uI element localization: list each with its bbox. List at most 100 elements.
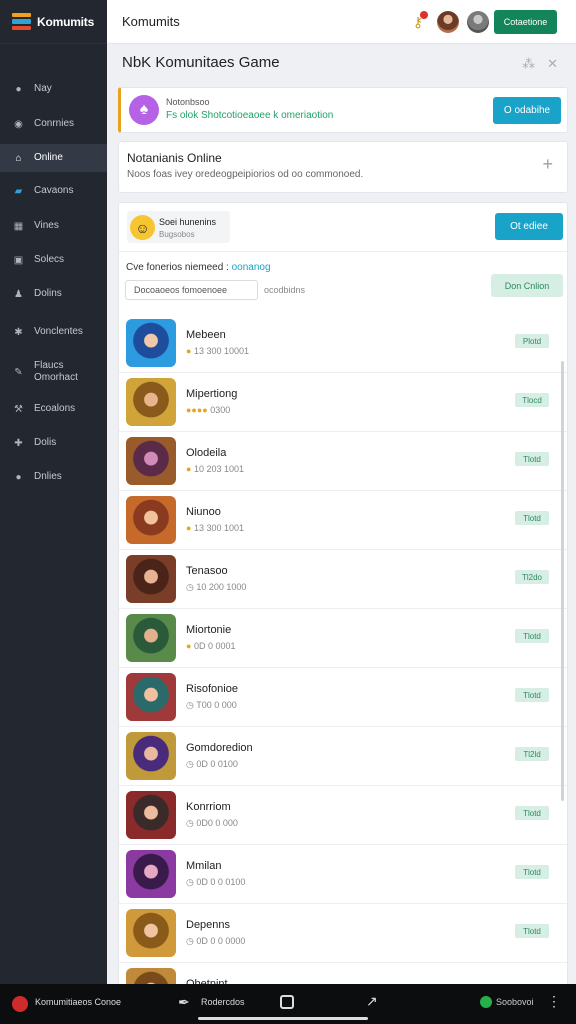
list-item[interactable]: Niunoo ● 13 300 1001 Tlotd xyxy=(119,491,567,550)
sidebar-item-ecoalons[interactable]: ⚒ Ecoalons xyxy=(0,395,107,423)
bottom-mid-text[interactable]: Rodercdos xyxy=(201,997,245,1007)
game-name: Tenasoo xyxy=(186,565,228,577)
dot-icon: ● xyxy=(15,83,22,95)
filter-label-highlight[interactable]: oonanog xyxy=(232,262,271,273)
game-thumbnail xyxy=(126,791,176,839)
list-item[interactable]: Tenasoo ◷ 10 200 1000 Tl2do xyxy=(119,550,567,609)
status-badge: Tlotd xyxy=(515,865,549,879)
smiley-icon: ☺ xyxy=(130,215,155,240)
filter-label: Cve fonerios niemeed : oonanog xyxy=(126,262,271,273)
coin-icon: ● xyxy=(186,346,194,356)
sidebar-item-vines[interactable]: ▦ Vines xyxy=(0,212,107,240)
sidebar-item-label: Solecs xyxy=(34,254,65,265)
list-item[interactable]: Konrriom ◷ 0D0 0 000 Tlotd xyxy=(119,786,567,845)
list-item[interactable]: Mebeen ● 13 300 10001 Plotd xyxy=(119,314,567,373)
home-indicator[interactable] xyxy=(198,1017,368,1020)
pen-icon[interactable]: ✒ xyxy=(178,994,190,1011)
game-meta: ●●●● 0300 xyxy=(186,405,230,415)
sidebar-item-dolins[interactable]: ♟ Dolins xyxy=(0,280,107,308)
bottom-left-text[interactable]: Komumitiaeos Conoe xyxy=(35,997,121,1007)
back-icon[interactable]: ↗ xyxy=(366,993,378,1010)
game-name: Depenns xyxy=(186,919,231,931)
game-thumbnail xyxy=(126,614,176,662)
sidebar-item-label: Vines xyxy=(34,220,59,231)
scrollbar[interactable] xyxy=(561,361,564,801)
game-meta: ● 0D 0 0001 xyxy=(186,641,235,651)
game-name: Mmilan xyxy=(186,860,222,872)
notice-button[interactable]: O odabihe xyxy=(493,97,561,124)
game-thumbnail xyxy=(126,496,176,544)
square-icon: ▣ xyxy=(13,254,24,266)
page-header-icons: ⁂ ✕ xyxy=(522,56,558,72)
status-badge: Tlotd xyxy=(515,924,549,938)
sidebar-item-dnlies[interactable]: ● Dnlies xyxy=(0,463,107,491)
game-name: Olodeila xyxy=(186,447,227,459)
person-icon: ♟ xyxy=(14,288,23,300)
list-item[interactable]: Depenns ◷ 0D 0 0 0000 Tlotd xyxy=(119,904,567,963)
avatar[interactable] xyxy=(437,11,459,33)
search-input[interactable] xyxy=(125,280,258,300)
clock-icon: ◷ xyxy=(186,700,197,710)
overview-icon[interactable] xyxy=(280,995,294,1009)
sidebar-item-conrnies[interactable]: ◉ Conrnies xyxy=(0,110,107,138)
sidebar-item-label: Ecoalons xyxy=(34,403,76,414)
game-meta-text: 0D 0 0 0100 xyxy=(196,877,246,887)
sidebar-item-dolis[interactable]: ✚ Dolis xyxy=(0,429,107,457)
list-item[interactable]: Mmilan ◷ 0D 0 0 0100 Tlotd xyxy=(119,845,567,904)
list-item[interactable]: Risofonioe ◷ T00 0 000 Tlotd xyxy=(119,668,567,727)
sidebar-item-label: Vonclentes xyxy=(34,326,83,337)
game-meta-text: 10 203 1001 xyxy=(193,464,244,474)
game-name: Mebeen xyxy=(186,329,226,341)
game-thumbnail xyxy=(126,673,176,721)
game-thumbnail xyxy=(126,909,176,957)
bottom-right-text[interactable]: Soobovoi xyxy=(496,997,534,1007)
brand-name: Komumits xyxy=(37,14,95,29)
sidebar-item-label: Cavaons xyxy=(34,185,74,196)
list-item[interactable]: Gomdoredion ◷ 0D 0 0100 Tl2ld xyxy=(119,727,567,786)
emoji-header: ☺ Soei hunenins Bugsobos xyxy=(127,211,230,243)
sidebar-item-cavaons[interactable]: ▰ Cavaons xyxy=(0,177,107,205)
page-title: NbK Komunitaes Game xyxy=(122,54,280,71)
plus-icon[interactable]: + xyxy=(542,154,553,175)
game-meta-text: 0D0 0 000 xyxy=(196,818,238,828)
header-action-button[interactable]: Cotaetione xyxy=(494,10,557,34)
filter-action-button[interactable]: Don Cnlion xyxy=(491,274,563,297)
key-icon[interactable]: ⚷ xyxy=(407,11,429,33)
game-meta: ● 13 300 10001 xyxy=(186,346,249,356)
notification-dot xyxy=(420,11,428,19)
sidebar-item-label: Flaucs Omorhact xyxy=(34,360,78,383)
list-item[interactable]: Miortonie ● 0D 0 0001 Tlotd xyxy=(119,609,567,668)
sidebar-item-label: Dnlies xyxy=(34,471,62,482)
sidebar-item-online[interactable]: ⌂ Online xyxy=(0,144,107,172)
sidebar-item-solecs[interactable]: ▣ Solecs xyxy=(0,246,107,274)
sidebar-item-label: Dolins xyxy=(34,288,62,299)
sidebar: Komumits ● Nay ◉ Conrnies ⌂ Online ▰ Cavaons… xyxy=(0,0,107,984)
list-item[interactable]: Mipertiong ●●●● 0300 Tlocd xyxy=(119,373,567,432)
close-icon[interactable]: ✕ xyxy=(547,56,558,72)
game-meta: ◷ 0D0 0 000 xyxy=(186,818,238,829)
page-header: NbK Komunitaes Game ⁂ ✕ xyxy=(107,44,576,82)
clock-icon: ◷ xyxy=(186,877,197,887)
avatar-secondary[interactable] xyxy=(467,11,489,33)
game-thumbnail xyxy=(126,732,176,780)
status-badge: Tlotd xyxy=(515,629,549,643)
top-header: Komumits ⚷ Cotaetione xyxy=(107,0,576,44)
notice-message: Fs olok Shotcotioeaoee k omeriaotion xyxy=(166,110,334,121)
list-item[interactable]: Olodeila ● 10 203 1001 Tlotd xyxy=(119,432,567,491)
game-thumbnail xyxy=(126,378,176,426)
sidebar-item-flaucs[interactable]: ✎ Flaucs Omorhact xyxy=(0,357,107,387)
game-name: Niunoo xyxy=(186,506,221,518)
record-icon[interactable] xyxy=(12,996,28,1012)
circle-icon: ● xyxy=(15,471,22,483)
game-meta: ◷ 10 200 1000 xyxy=(186,582,246,593)
brand[interactable]: Komumits xyxy=(0,0,107,44)
notice-avatar-icon: ♠ xyxy=(129,95,159,125)
more-icon[interactable]: ⋮ xyxy=(547,993,561,1010)
sidebar-item-vonclentes[interactable]: ✱ Vonclentes xyxy=(0,318,107,346)
share-icon[interactable]: ⁂ xyxy=(522,56,535,72)
sidebar-item-label: Conrnies xyxy=(34,118,75,129)
filter-hint: ocodbidns xyxy=(264,285,306,295)
edit-button[interactable]: Ot ediee xyxy=(495,213,563,240)
sidebar-item-nay[interactable]: ● Nay xyxy=(0,75,107,103)
game-meta: ◷ 0D 0 0 0100 xyxy=(186,877,245,888)
